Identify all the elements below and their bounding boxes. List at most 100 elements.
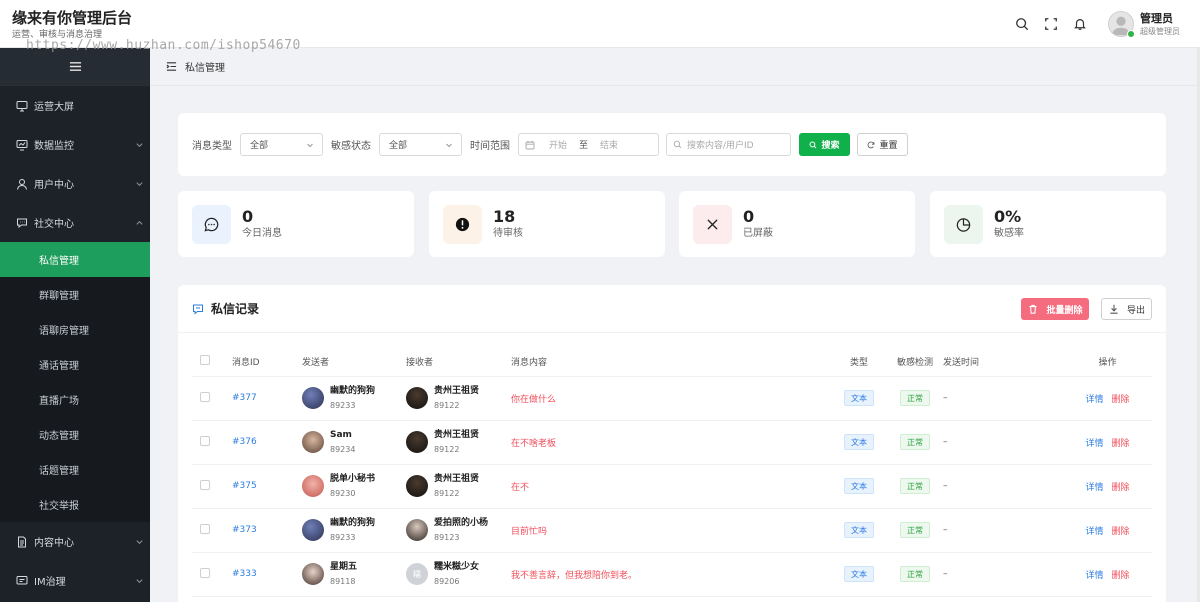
send-time: –: [943, 481, 948, 491]
delete-link[interactable]: 删除: [1112, 439, 1130, 449]
delete-link[interactable]: 删除: [1112, 395, 1130, 405]
reset-button[interactable]: 重置: [857, 133, 908, 156]
message-id-link[interactable]: #375: [232, 481, 257, 491]
sender-uid: 89118: [330, 577, 356, 586]
type-badge: 文本: [844, 390, 874, 406]
sidebar-toggle-button[interactable]: [0, 48, 150, 86]
search-icon: [673, 140, 682, 149]
row-checkbox[interactable]: [200, 567, 210, 578]
sensitive-select[interactable]: 全部: [379, 133, 462, 156]
row-checkbox[interactable]: [200, 523, 210, 534]
column-header: 敏感检测: [887, 348, 943, 377]
sidebar-item-voice-rooms[interactable]: 语聊房管理: [0, 312, 150, 347]
sidebar-item-im[interactable]: IM治理: [0, 561, 150, 600]
refresh-icon: [868, 141, 875, 148]
search-icon: [810, 141, 817, 148]
receiver-name: 贵州王祖贤: [434, 386, 480, 396]
message-content: 我不善言辞，但我想陪你到老。: [511, 570, 638, 581]
date-range-picker[interactable]: 开始 至 结束: [518, 133, 659, 156]
online-status-dot: [1127, 30, 1135, 38]
brand: 缘来有你管理后台 运营、审核与消息治理: [12, 8, 132, 41]
message-id-link[interactable]: #376: [232, 437, 257, 447]
msg-type-select[interactable]: 全部: [240, 133, 323, 156]
sender-avatar: [302, 431, 324, 453]
sidebar-item-private-messages[interactable]: 私信管理: [0, 242, 150, 277]
sidebar-item-users[interactable]: 用户中心: [0, 164, 150, 203]
detail-link[interactable]: 详情: [1085, 571, 1103, 581]
type-badge: 文本: [844, 566, 874, 582]
receiver-name: 爱拍照的小杨: [434, 518, 489, 528]
detail-link[interactable]: 详情: [1085, 439, 1103, 449]
row-checkbox[interactable]: [200, 391, 210, 402]
detail-link[interactable]: 详情: [1085, 527, 1103, 537]
sidebar-item-live-plaza[interactable]: 直播广场: [0, 382, 150, 417]
search-button[interactable]: 搜索: [799, 133, 850, 156]
chevron-down-icon: [136, 539, 143, 544]
send-time: –: [943, 525, 948, 535]
receiver-name: 糯米糍少女: [434, 562, 480, 572]
document-icon: [16, 536, 28, 548]
monitor-icon: [16, 100, 28, 112]
sender-uid: 89234: [330, 445, 356, 454]
sidebar-item-label: 运营大屏: [34, 102, 74, 113]
start-date-input[interactable]: 开始: [549, 138, 567, 151]
message-id-link[interactable]: #373: [232, 525, 257, 535]
msg-type-label: 消息类型: [192, 141, 232, 152]
close-icon: [693, 204, 732, 244]
bell-icon[interactable]: [1066, 10, 1094, 38]
row-checkbox[interactable]: [200, 479, 210, 490]
end-date-input[interactable]: 结束: [600, 138, 618, 151]
select-all-checkbox[interactable]: [200, 355, 210, 366]
sidebar-item-social[interactable]: 社交中心: [0, 203, 150, 242]
message-content: 目前忙吗: [511, 526, 548, 537]
message-id-link[interactable]: #377: [232, 393, 257, 403]
table-header-row: 消息ID 发送者 接收者 消息内容 类型 敏感检测 发送时间 操作: [192, 348, 1152, 377]
receiver-cell: 爱拍照的小杨 89123: [406, 517, 511, 543]
export-button[interactable]: 导出: [1101, 298, 1152, 320]
receiver-avatar: [406, 387, 428, 409]
sidebar-item-dashboard[interactable]: 运营大屏: [0, 86, 150, 125]
menu-fold-icon[interactable]: [166, 61, 177, 72]
stat-value: 0%: [994, 207, 1022, 226]
fullscreen-icon[interactable]: [1037, 10, 1065, 38]
chevron-down-icon: [136, 578, 143, 583]
social-submenu: 私信管理 群聊管理 语聊房管理 通话管理 直播广场 动态管理 话题管理 社交举报: [0, 242, 150, 522]
sidebar-item-monitoring[interactable]: 数据监控: [0, 125, 150, 164]
delete-link[interactable]: 删除: [1112, 571, 1130, 581]
receiver-uid: 89206: [434, 577, 460, 586]
delete-link[interactable]: 删除: [1112, 483, 1130, 493]
sidebar-item-social-reports[interactable]: 社交举报: [0, 487, 150, 522]
detail-link[interactable]: 详情: [1085, 395, 1103, 405]
user-icon: [16, 178, 28, 190]
sender-uid: 89230: [330, 489, 356, 498]
receiver-avatar: [406, 431, 428, 453]
messages-table: 消息ID 发送者 接收者 消息内容 类型 敏感检测 发送时间 操作 #377 幽…: [192, 348, 1152, 597]
sidebar-item-group-chats[interactable]: 群聊管理: [0, 277, 150, 312]
sidebar-item-moments[interactable]: 动态管理: [0, 417, 150, 452]
chevron-down-icon: [136, 142, 143, 147]
sender-avatar: [302, 387, 324, 409]
row-checkbox[interactable]: [200, 435, 210, 446]
column-header: 类型: [831, 348, 887, 377]
stat-value: 0: [242, 207, 254, 226]
sidebar-item-topics[interactable]: 话题管理: [0, 452, 150, 487]
sender-cell: Sam 89234: [302, 429, 406, 455]
app-title: 缘来有你管理后台: [12, 9, 133, 27]
receiver-uid: 89123: [434, 533, 460, 542]
detail-link[interactable]: 详情: [1085, 483, 1103, 493]
message-id-link[interactable]: #333: [232, 569, 257, 579]
batch-delete-button[interactable]: 批量删除: [1021, 298, 1089, 320]
delete-link[interactable]: 删除: [1112, 527, 1130, 537]
user-menu[interactable]: 管理员 超级管理员: [1108, 11, 1180, 38]
type-badge: 文本: [844, 522, 874, 538]
search-input[interactable]: 搜索内容/用户ID: [666, 133, 791, 156]
sensitive-badge: 正常: [900, 566, 930, 582]
sidebar-item-content[interactable]: 内容中心: [0, 522, 150, 561]
sender-name: 幽默的狗狗: [330, 386, 376, 396]
breadcrumb: 私信管理: [150, 48, 1200, 86]
sensitive-badge: 正常: [900, 478, 930, 494]
sender-name: Sam: [330, 430, 352, 440]
search-icon[interactable]: [1008, 10, 1036, 38]
sidebar-item-calls[interactable]: 通话管理: [0, 347, 150, 382]
column-header: 消息内容: [511, 348, 831, 377]
